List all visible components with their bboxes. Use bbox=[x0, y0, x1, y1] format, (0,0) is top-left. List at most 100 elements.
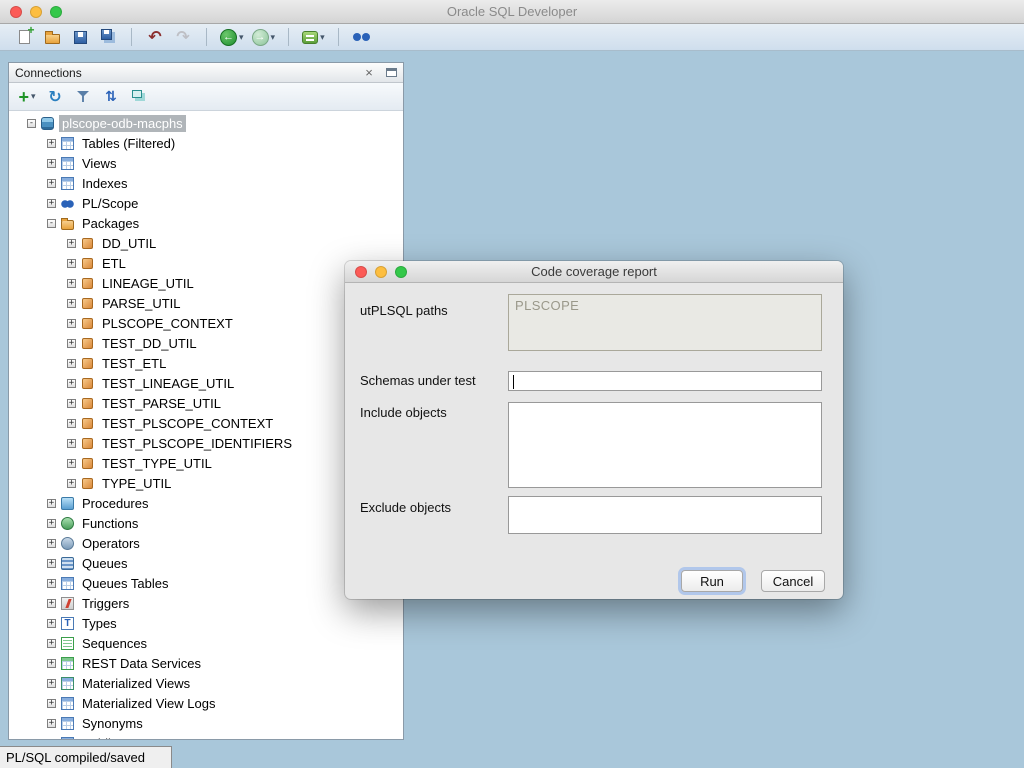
sql-worksheet-button[interactable]: ▾ bbox=[300, 26, 327, 49]
expand-toggle-icon[interactable]: + bbox=[67, 399, 76, 408]
close-panel-icon[interactable]: × bbox=[362, 65, 376, 80]
tree-item[interactable]: + Views bbox=[9, 153, 403, 173]
tree-item[interactable]: + Sequences bbox=[9, 633, 403, 653]
tree-item[interactable]: +Procedures bbox=[9, 493, 403, 513]
tree-item-label[interactable]: LINEAGE_UTIL bbox=[99, 275, 197, 292]
expand-toggle-icon[interactable]: + bbox=[47, 679, 56, 688]
tree-item[interactable]: +Queues bbox=[9, 553, 403, 573]
expand-toggle-icon[interactable]: + bbox=[67, 319, 76, 328]
tree-item-label[interactable]: TEST_TYPE_UTIL bbox=[99, 455, 215, 472]
tree-item[interactable]: + Functions bbox=[9, 513, 403, 533]
tree-item-label[interactable]: DD_UTIL bbox=[99, 235, 159, 252]
expand-toggle-icon[interactable]: + bbox=[67, 419, 76, 428]
float-panel-icon[interactable] bbox=[386, 68, 397, 77]
tree-item[interactable]: + Indexes bbox=[9, 173, 403, 193]
tree-item-label[interactable]: TYPE_UTIL bbox=[99, 475, 174, 492]
include-objects-field[interactable] bbox=[508, 402, 822, 488]
tree-item[interactable]: + Tables (Filtered) bbox=[9, 133, 403, 153]
expand-toggle-icon[interactable]: + bbox=[67, 299, 76, 308]
tree-item[interactable]: +Synonyms bbox=[9, 713, 403, 733]
new-file-button[interactable] bbox=[12, 26, 36, 49]
expand-toggle-icon[interactable]: + bbox=[47, 139, 56, 148]
search-button[interactable] bbox=[350, 26, 374, 49]
tree-item-label[interactable]: REST Data Services bbox=[79, 655, 204, 672]
tree-item[interactable]: +PL/Scope bbox=[9, 193, 403, 213]
tree-item[interactable]: +Public Synonyms bbox=[9, 733, 403, 739]
exclude-objects-field[interactable] bbox=[508, 496, 822, 534]
tree-item[interactable]: - Packages bbox=[9, 213, 403, 233]
expand-toggle-icon[interactable]: + bbox=[47, 599, 56, 608]
dropdown-arrow-icon[interactable]: ▾ bbox=[239, 32, 244, 43]
expand-toggle-icon[interactable]: + bbox=[67, 439, 76, 448]
cancel-button[interactable]: Cancel bbox=[761, 570, 825, 592]
tree-item[interactable]: + TEST_DD_UTIL bbox=[9, 333, 403, 353]
collapse-toggle-icon[interactable]: - bbox=[47, 219, 56, 228]
tree-item-label[interactable]: Indexes bbox=[79, 175, 131, 192]
tree-item[interactable]: + TEST_ETL bbox=[9, 353, 403, 373]
tree-item-label[interactable]: Sequences bbox=[79, 635, 150, 652]
expand-toggle-icon[interactable]: + bbox=[47, 719, 56, 728]
utplsql-paths-field[interactable]: PLSCOPE bbox=[508, 294, 822, 351]
expand-toggle-icon[interactable]: + bbox=[67, 259, 76, 268]
open-file-button[interactable] bbox=[40, 26, 64, 49]
tree-item-label[interactable]: Types bbox=[79, 615, 120, 632]
expand-toggle-icon[interactable]: + bbox=[67, 459, 76, 468]
expand-toggle-icon[interactable]: + bbox=[47, 499, 56, 508]
tree-item-label[interactable]: TEST_PLSCOPE_CONTEXT bbox=[99, 415, 276, 432]
dialog-zoom-icon[interactable] bbox=[395, 266, 407, 278]
connections-panel-header[interactable]: Connections × bbox=[9, 63, 403, 83]
tree-item[interactable]: + PARSE_UTIL bbox=[9, 293, 403, 313]
tree-item-label[interactable]: Queues bbox=[79, 555, 131, 572]
tree-item-label[interactable]: Triggers bbox=[79, 595, 132, 612]
add-connection-button[interactable]: +▾ bbox=[15, 86, 39, 108]
expand-toggle-icon[interactable]: + bbox=[67, 239, 76, 248]
tree-item[interactable]: + TEST_TYPE_UTIL bbox=[9, 453, 403, 473]
forward-button[interactable]: →▾ bbox=[250, 26, 278, 49]
filter-button[interactable] bbox=[71, 86, 95, 108]
tree-item-label[interactable]: PARSE_UTIL bbox=[99, 295, 184, 312]
tree-item-label[interactable]: TEST_PLSCOPE_IDENTIFIERS bbox=[99, 435, 295, 452]
tree-item-label[interactable]: TEST_DD_UTIL bbox=[99, 335, 200, 352]
collapse-all-button[interactable] bbox=[127, 86, 151, 108]
tree-item[interactable]: + TEST_PLSCOPE_IDENTIFIERS bbox=[9, 433, 403, 453]
expand-toggle-icon[interactable]: + bbox=[67, 279, 76, 288]
dialog-close-icon[interactable] bbox=[355, 266, 367, 278]
tree-item[interactable]: + TYPE_UTIL bbox=[9, 473, 403, 493]
tree-item-label[interactable]: Views bbox=[79, 155, 119, 172]
tree-item-label[interactable]: Functions bbox=[79, 515, 141, 532]
tree-item-label[interactable]: TEST_ETL bbox=[99, 355, 169, 372]
expand-toggle-icon[interactable]: + bbox=[47, 519, 56, 528]
zoom-window-icon[interactable] bbox=[50, 6, 62, 18]
tree-item[interactable]: +ETL bbox=[9, 253, 403, 273]
tree-item[interactable]: + Materialized Views bbox=[9, 673, 403, 693]
expand-toggle-icon[interactable]: + bbox=[47, 619, 56, 628]
schemas-under-test-field[interactable] bbox=[508, 371, 822, 391]
tree-item-label[interactable]: Tables (Filtered) bbox=[79, 135, 178, 152]
tree-item[interactable]: + TEST_PLSCOPE_CONTEXT bbox=[9, 413, 403, 433]
close-window-icon[interactable] bbox=[10, 6, 22, 18]
tree-item-label[interactable]: Queues Tables bbox=[79, 575, 172, 592]
dialog-minimize-icon[interactable] bbox=[375, 266, 387, 278]
expand-toggle-icon[interactable]: + bbox=[67, 479, 76, 488]
tree-item-label[interactable]: PLSCOPE_CONTEXT bbox=[99, 315, 236, 332]
expand-toggle-icon[interactable]: + bbox=[47, 699, 56, 708]
tree-item[interactable]: -plscope-odb-macphs bbox=[9, 113, 403, 133]
tree-item-label[interactable]: Packages bbox=[79, 215, 142, 232]
tree-item[interactable]: + Triggers bbox=[9, 593, 403, 613]
expand-toggle-icon[interactable]: + bbox=[47, 179, 56, 188]
tree-item[interactable]: + LINEAGE_UTIL bbox=[9, 273, 403, 293]
expand-toggle-icon[interactable]: + bbox=[47, 199, 56, 208]
expand-toggle-icon[interactable]: + bbox=[67, 339, 76, 348]
expand-toggle-icon[interactable]: + bbox=[47, 659, 56, 668]
tree-item-label[interactable]: Materialized View Logs bbox=[79, 695, 218, 712]
expand-toggle-icon[interactable]: + bbox=[47, 639, 56, 648]
dialog-titlebar[interactable]: Code coverage report bbox=[345, 261, 843, 283]
expand-toggle-icon[interactable]: + bbox=[47, 159, 56, 168]
expand-toggle-icon[interactable]: + bbox=[67, 359, 76, 368]
tree-item[interactable]: + REST Data Services bbox=[9, 653, 403, 673]
tree-item-label[interactable]: Materialized Views bbox=[79, 675, 193, 692]
tree-item[interactable]: +Queues Tables bbox=[9, 573, 403, 593]
tree-item[interactable]: + PLSCOPE_CONTEXT bbox=[9, 313, 403, 333]
dropdown-arrow-icon[interactable]: ▾ bbox=[320, 32, 325, 43]
back-button[interactable]: ←▾ bbox=[218, 26, 246, 49]
